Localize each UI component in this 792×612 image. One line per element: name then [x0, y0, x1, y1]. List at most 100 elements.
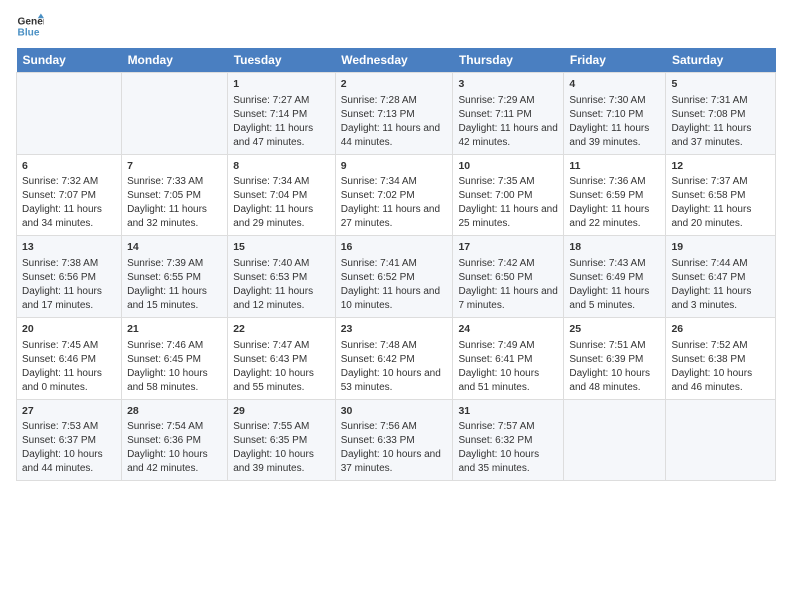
cell-content: Sunrise: 7:32 AM Sunset: 7:07 PM Dayligh… [22, 175, 116, 231]
cell-content: Sunrise: 7:49 AM Sunset: 6:41 PM Dayligh… [458, 339, 558, 395]
calendar-cell: 28Sunrise: 7:54 AM Sunset: 6:36 PM Dayli… [122, 399, 228, 481]
day-number: 10 [458, 159, 558, 174]
calendar-cell: 13 Sunrise: 7:38 AM Sunset: 6:56 PM Dayli… [17, 236, 122, 318]
day-number: 8 [233, 159, 330, 174]
day-number: 2 [341, 77, 448, 92]
day-header-sunday: Sunday [17, 48, 122, 73]
calendar-cell [122, 73, 228, 155]
day-number: 18 [569, 240, 660, 255]
calendar-cell: 6Sunrise: 7:32 AM Sunset: 7:07 PM Daylig… [17, 154, 122, 236]
cell-content: Sunrise: 7:46 AM Sunset: 6:45 PM Dayligh… [127, 339, 222, 395]
week-row-3: 13 Sunrise: 7:38 AM Sunset: 6:56 PM Dayli… [17, 236, 776, 318]
page: General Blue SundayMondayTuesdayWednesda… [0, 0, 792, 493]
calendar-cell: 12Sunrise: 7:37 AM Sunset: 6:58 PM Dayli… [666, 154, 776, 236]
calendar-cell: 29Sunrise: 7:55 AM Sunset: 6:35 PM Dayli… [228, 399, 336, 481]
cell-content: Sunrise: 7:47 AM Sunset: 6:43 PM Dayligh… [233, 339, 330, 395]
day-number: 11 [569, 159, 660, 174]
day-number: 19 [671, 240, 770, 255]
cell-content: Sunrise: 7:31 AM Sunset: 7:08 PM Dayligh… [671, 94, 770, 150]
day-number: 21 [127, 322, 222, 337]
day-number: 7 [127, 159, 222, 174]
calendar-cell: 25 Sunrise: 7:51 AM Sunset: 6:39 PM Dayli… [564, 318, 666, 400]
day-number: 9 [341, 159, 448, 174]
header: General Blue [16, 12, 776, 40]
calendar-body: 1 Sunrise: 7:27 AM Sunset: 7:14 PM Daylig… [17, 73, 776, 481]
cell-content: Sunrise: 7:34 AM Sunset: 7:04 PM Dayligh… [233, 175, 330, 231]
calendar-cell: 2 Sunrise: 7:28 AM Sunset: 7:13 PM Daylig… [335, 73, 453, 155]
calendar-cell: 24 Sunrise: 7:49 AM Sunset: 6:41 PM Dayli… [453, 318, 564, 400]
calendar-cell: 22 Sunrise: 7:47 AM Sunset: 6:43 PM Dayli… [228, 318, 336, 400]
cell-content: Sunrise: 7:33 AM Sunset: 7:05 PM Dayligh… [127, 175, 222, 231]
day-number: 26 [671, 322, 770, 337]
day-number: 16 [341, 240, 448, 255]
cell-content: Sunrise: 7:48 AM Sunset: 6:42 PM Dayligh… [341, 339, 448, 395]
day-number: 6 [22, 159, 116, 174]
day-number: 4 [569, 77, 660, 92]
cell-content: Sunrise: 7:37 AM Sunset: 6:58 PM Dayligh… [671, 175, 770, 231]
day-number: 1 [233, 77, 330, 92]
cell-content: Sunrise: 7:55 AM Sunset: 6:35 PM Dayligh… [233, 420, 330, 476]
cell-content: Sunrise: 7:54 AM Sunset: 6:36 PM Dayligh… [127, 420, 222, 476]
cell-content: Sunrise: 7:38 AM Sunset: 6:56 PM Dayligh… [22, 257, 116, 313]
cell-content: Sunrise: 7:40 AM Sunset: 6:53 PM Dayligh… [233, 257, 330, 313]
calendar-cell: 14 Sunrise: 7:39 AM Sunset: 6:55 PM Dayli… [122, 236, 228, 318]
day-header-thursday: Thursday [453, 48, 564, 73]
calendar-cell [564, 399, 666, 481]
calendar-cell: 30Sunrise: 7:56 AM Sunset: 6:33 PM Dayli… [335, 399, 453, 481]
cell-content: Sunrise: 7:43 AM Sunset: 6:49 PM Dayligh… [569, 257, 660, 313]
day-header-saturday: Saturday [666, 48, 776, 73]
cell-content: Sunrise: 7:44 AM Sunset: 6:47 PM Dayligh… [671, 257, 770, 313]
calendar-cell: 3 Sunrise: 7:29 AM Sunset: 7:11 PM Daylig… [453, 73, 564, 155]
cell-content: Sunrise: 7:28 AM Sunset: 7:13 PM Dayligh… [341, 94, 448, 150]
calendar-cell [17, 73, 122, 155]
cell-content: Sunrise: 7:53 AM Sunset: 6:37 PM Dayligh… [22, 420, 116, 476]
calendar-cell: 20 Sunrise: 7:45 AM Sunset: 6:46 PM Dayli… [17, 318, 122, 400]
day-number: 12 [671, 159, 770, 174]
day-header-tuesday: Tuesday [228, 48, 336, 73]
week-row-2: 6Sunrise: 7:32 AM Sunset: 7:07 PM Daylig… [17, 154, 776, 236]
calendar-table: SundayMondayTuesdayWednesdayThursdayFrid… [16, 48, 776, 481]
day-number: 20 [22, 322, 116, 337]
day-number: 13 [22, 240, 116, 255]
day-number: 22 [233, 322, 330, 337]
cell-content: Sunrise: 7:27 AM Sunset: 7:14 PM Dayligh… [233, 94, 330, 150]
calendar-cell: 19 Sunrise: 7:44 AM Sunset: 6:47 PM Dayli… [666, 236, 776, 318]
logo-icon: General Blue [16, 12, 44, 40]
day-number: 30 [341, 404, 448, 419]
cell-content: Sunrise: 7:34 AM Sunset: 7:02 PM Dayligh… [341, 175, 448, 231]
calendar-cell: 9Sunrise: 7:34 AM Sunset: 7:02 PM Daylig… [335, 154, 453, 236]
calendar-cell: 17Sunrise: 7:42 AM Sunset: 6:50 PM Dayli… [453, 236, 564, 318]
day-number: 17 [458, 240, 558, 255]
calendar-cell: 16 Sunrise: 7:41 AM Sunset: 6:52 PM Dayli… [335, 236, 453, 318]
day-number: 5 [671, 77, 770, 92]
calendar-cell: 5 Sunrise: 7:31 AM Sunset: 7:08 PM Daylig… [666, 73, 776, 155]
day-number: 23 [341, 322, 448, 337]
cell-content: Sunrise: 7:57 AM Sunset: 6:32 PM Dayligh… [458, 420, 558, 476]
day-number: 15 [233, 240, 330, 255]
day-number: 25 [569, 322, 660, 337]
day-number: 28 [127, 404, 222, 419]
day-number: 24 [458, 322, 558, 337]
calendar-cell: 31Sunrise: 7:57 AM Sunset: 6:32 PM Dayli… [453, 399, 564, 481]
day-number: 3 [458, 77, 558, 92]
days-header-row: SundayMondayTuesdayWednesdayThursdayFrid… [17, 48, 776, 73]
week-row-1: 1 Sunrise: 7:27 AM Sunset: 7:14 PM Daylig… [17, 73, 776, 155]
cell-content: Sunrise: 7:29 AM Sunset: 7:11 PM Dayligh… [458, 94, 558, 150]
week-row-5: 27Sunrise: 7:53 AM Sunset: 6:37 PM Dayli… [17, 399, 776, 481]
day-header-wednesday: Wednesday [335, 48, 453, 73]
calendar-cell: 18 Sunrise: 7:43 AM Sunset: 6:49 PM Dayli… [564, 236, 666, 318]
calendar-cell: 10Sunrise: 7:35 AM Sunset: 7:00 PM Dayli… [453, 154, 564, 236]
cell-content: Sunrise: 7:41 AM Sunset: 6:52 PM Dayligh… [341, 257, 448, 313]
logo: General Blue [16, 12, 44, 40]
day-header-monday: Monday [122, 48, 228, 73]
cell-content: Sunrise: 7:51 AM Sunset: 6:39 PM Dayligh… [569, 339, 660, 395]
cell-content: Sunrise: 7:45 AM Sunset: 6:46 PM Dayligh… [22, 339, 116, 395]
day-number: 14 [127, 240, 222, 255]
calendar-cell [666, 399, 776, 481]
day-header-friday: Friday [564, 48, 666, 73]
calendar-cell: 7Sunrise: 7:33 AM Sunset: 7:05 PM Daylig… [122, 154, 228, 236]
day-number: 29 [233, 404, 330, 419]
calendar-cell: 27Sunrise: 7:53 AM Sunset: 6:37 PM Dayli… [17, 399, 122, 481]
cell-content: Sunrise: 7:52 AM Sunset: 6:38 PM Dayligh… [671, 339, 770, 395]
cell-content: Sunrise: 7:39 AM Sunset: 6:55 PM Dayligh… [127, 257, 222, 313]
